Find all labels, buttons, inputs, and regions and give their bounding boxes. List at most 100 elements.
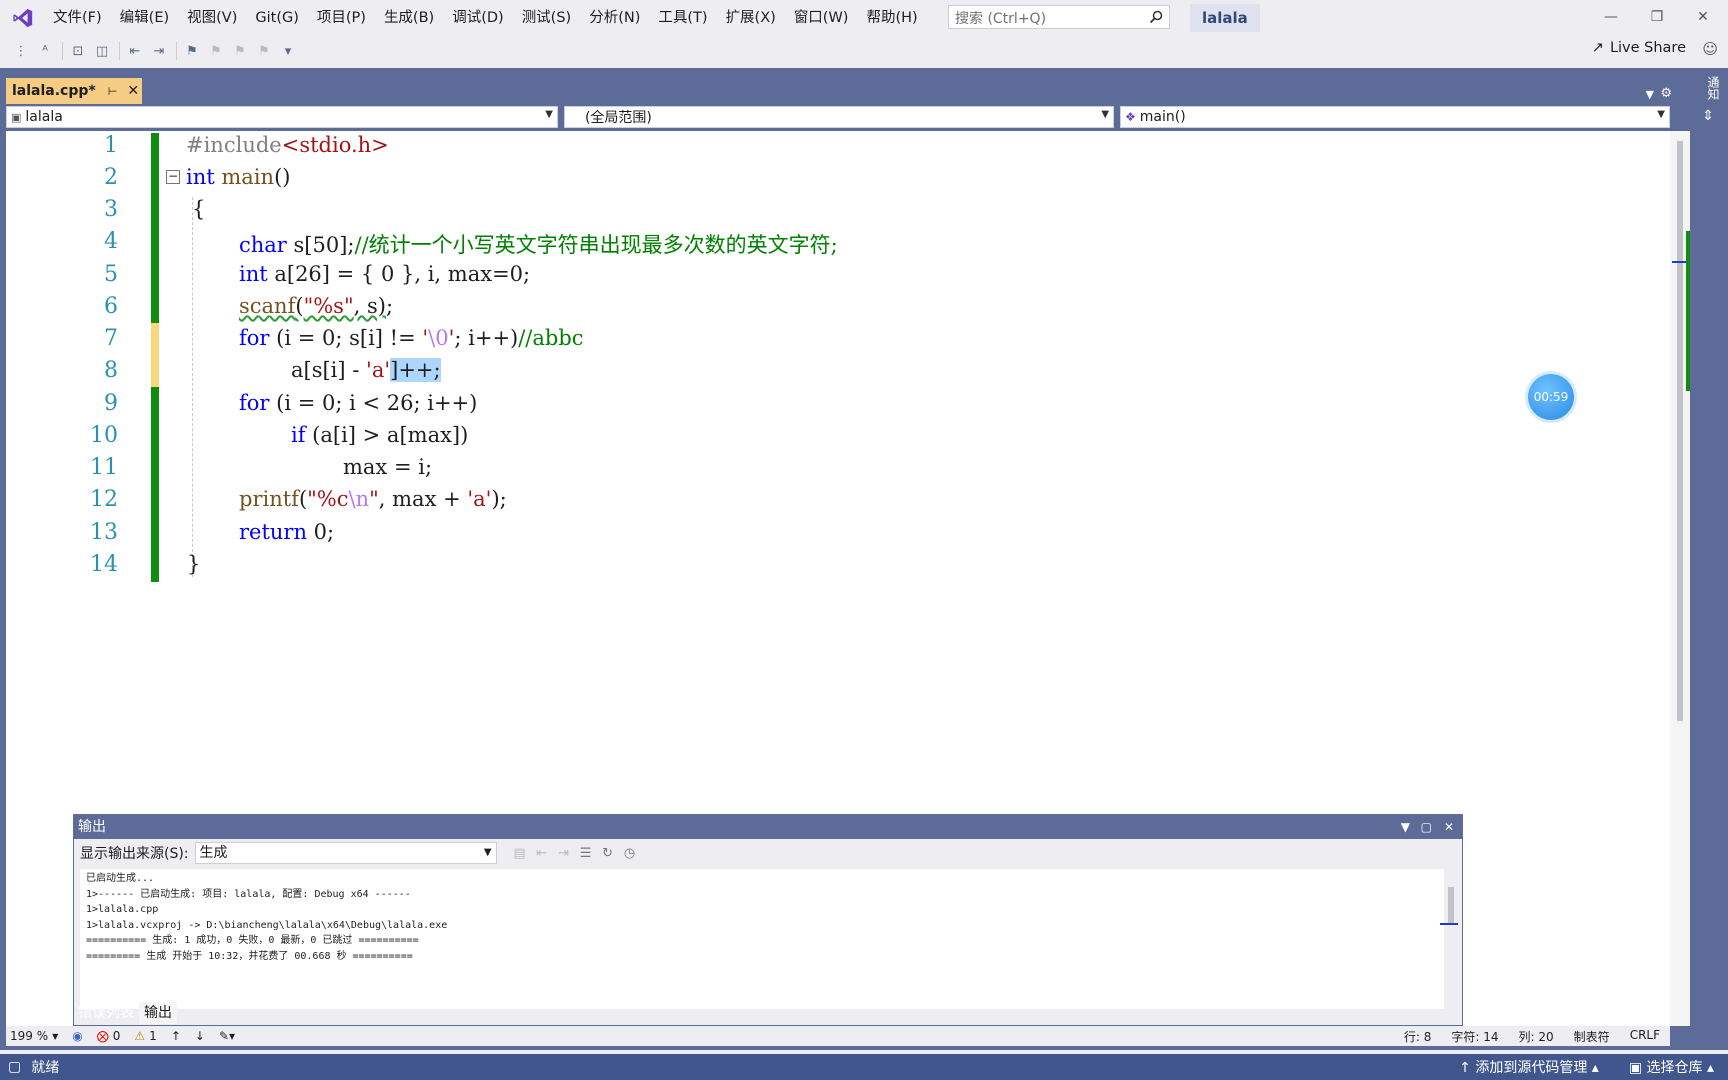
warning-icon: ⚠: [134, 1029, 146, 1043]
line-ending[interactable]: CRLF: [1630, 1028, 1660, 1045]
restore-icon[interactable]: ❐: [1634, 0, 1680, 34]
chevron-down-icon: ▼: [1657, 109, 1665, 120]
pin-icon[interactable]: ⊢: [108, 85, 118, 98]
spellcheck-icon[interactable]: ᴬ: [34, 40, 56, 62]
menu-help[interactable]: 帮助(H): [857, 0, 926, 36]
toolbar-separator: [62, 42, 63, 60]
project-dropdown[interactable]: ▣ lalala ▼: [6, 106, 558, 128]
next-issue-icon[interactable]: ↓: [195, 1029, 205, 1043]
cursor-position: 行: 8 字符: 14 列: 20 制表符 CRLF: [1404, 1028, 1660, 1045]
tab-lalala-cpp[interactable]: lalala.cpp* ⊢ ✕: [6, 78, 142, 104]
menu-tools[interactable]: 工具(T): [649, 0, 716, 36]
line-number: 7: [104, 326, 118, 351]
health-icon[interactable]: ◉: [72, 1029, 82, 1043]
code-line-4: char s[50];//统计一个小写英文字符串出现最多次数的英文字符;: [239, 233, 838, 257]
line-number: 14: [90, 552, 118, 577]
notifications-side-tab[interactable]: 通知: [1706, 76, 1722, 100]
format-icon[interactable]: ⊡: [67, 40, 89, 62]
zoom-dropdown[interactable]: 199 % ▼: [10, 1029, 58, 1043]
collapse-icon[interactable]: −: [166, 170, 180, 184]
menu-test[interactable]: 测试(S): [513, 0, 581, 36]
member-dropdown[interactable]: ❖ main() ▼: [1120, 106, 1670, 128]
toolbar-overflow-icon[interactable]: ▾: [277, 40, 299, 62]
live-share-label: Live Share: [1609, 40, 1686, 56]
add-to-source-control-button[interactable]: ↑ 添加到源代码管理 ▴: [1459, 1057, 1599, 1077]
menu-view[interactable]: 视图(V): [178, 0, 246, 36]
navigation-bar: ▣ lalala ▼ (全局范围) ▼ ❖ main() ▼: [6, 106, 1670, 130]
next-message-icon[interactable]: ⇥: [553, 846, 575, 861]
panel-menu-icon[interactable]: ▼: [1401, 815, 1410, 839]
status-bar: ▢ 就绪 ↑ 添加到源代码管理 ▴ ▣ 选择仓库 ▴: [0, 1054, 1728, 1080]
code-line-9: for (i = 0; i < 26; i++): [239, 391, 478, 415]
change-overview-marker: [1686, 231, 1690, 391]
menu-window[interactable]: 窗口(W): [785, 0, 858, 36]
clock-icon[interactable]: ◷: [619, 846, 641, 861]
search-input[interactable]: 搜索 (Ctrl+Q): [948, 5, 1170, 29]
prev-bookmark-icon[interactable]: ⚑: [205, 40, 227, 62]
line-number: 1: [104, 133, 118, 158]
zoom-value: 199 %: [10, 1029, 49, 1043]
live-share-button[interactable]: ↗ Live Share: [1592, 40, 1686, 56]
menu-extensions[interactable]: 扩展(X): [717, 0, 785, 36]
menu-debug[interactable]: 调试(D): [443, 0, 512, 36]
menu-git[interactable]: Git(G): [246, 0, 308, 36]
toolbar-separator: [119, 42, 120, 60]
code-line-11: max = i;: [343, 455, 433, 479]
minimize-icon[interactable]: —: [1588, 0, 1634, 34]
clear-bookmarks-icon[interactable]: ⚑: [253, 40, 275, 62]
menu-file[interactable]: 文件(F): [44, 0, 111, 36]
tab-error-list[interactable]: 错误列表: [73, 1002, 139, 1024]
code-line-2: int main(): [186, 165, 291, 189]
close-panel-icon[interactable]: ✕: [1444, 815, 1454, 839]
menu-build[interactable]: 生成(B): [375, 0, 443, 36]
line-number: 12: [90, 487, 118, 512]
output-source-dropdown[interactable]: 生成 ▼: [194, 842, 497, 864]
warnings-indicator[interactable]: ⚠ 1: [134, 1029, 156, 1043]
menu-edit[interactable]: 编辑(E): [111, 0, 178, 36]
saved-change-marker: [151, 387, 159, 582]
split-window-icon[interactable]: ⇕: [1702, 108, 1714, 124]
recording-timer[interactable]: 00:59: [1528, 374, 1574, 420]
title-bar: 文件(F) 编辑(E) 视图(V) Git(G) 项目(P) 生成(B) 调试(…: [0, 0, 1728, 36]
prev-issue-icon[interactable]: ↑: [171, 1029, 181, 1043]
close-tab-icon[interactable]: ✕: [127, 83, 139, 99]
editor-scrollbar[interactable]: [1670, 131, 1690, 1026]
copy-format-icon[interactable]: ◫: [91, 40, 113, 62]
code-line-7: for (i = 0; s[i] != '\0'; i++)//abbc: [239, 326, 584, 350]
code-cleanup-icon[interactable]: ✎▾: [219, 1029, 235, 1043]
scrollbar-thumb[interactable]: [1677, 141, 1683, 721]
outdent-icon[interactable]: ⇤: [124, 40, 146, 62]
indent-icon[interactable]: ⇥: [148, 40, 170, 62]
output-scrollbar[interactable]: [1440, 873, 1458, 993]
tab-output[interactable]: 输出: [139, 1002, 177, 1024]
select-repository-button[interactable]: ▣ 选择仓库 ▴: [1629, 1057, 1714, 1077]
account-icon[interactable]: ☺: [1702, 40, 1718, 58]
errors-indicator[interactable]: ⨂ 0: [97, 1029, 121, 1043]
column-position: 列: 20: [1518, 1029, 1554, 1044]
prev-message-icon[interactable]: ⇤: [531, 846, 553, 861]
scope-dropdown[interactable]: (全局范围) ▼: [563, 106, 1115, 128]
code-line-14: }: [187, 552, 201, 576]
output-panel: 输出 ▼ ▢ ✕ 显示输出来源(S): 生成 ▼ ▤ ⇤ ⇥ ☰ ↻ ◷ 已启动…: [73, 814, 1463, 1026]
maximize-icon[interactable]: ▢: [1421, 815, 1432, 839]
output-line: ========== 生成: 1 成功，0 失败，0 最新，0 已跳过 ====…: [86, 935, 419, 946]
gear-icon[interactable]: ⚙: [1660, 86, 1672, 101]
output-line: 1>lalala.vcxproj -> D:\biancheng\lalala\…: [86, 919, 448, 931]
visual-studio-logo-icon: [13, 8, 33, 28]
clear-all-icon[interactable]: ☰: [575, 846, 597, 861]
line-number: 5: [104, 262, 118, 287]
indent-mode[interactable]: 制表符: [1574, 1028, 1610, 1045]
word-wrap-icon[interactable]: ↻: [597, 846, 619, 861]
next-bookmark-icon[interactable]: ⚑: [229, 40, 251, 62]
output-text[interactable]: 已启动生成... 1>------ 已启动生成: 项目: lalala, 配置: …: [80, 869, 1444, 1009]
tab-list-chevron-icon[interactable]: ▼: [1646, 88, 1654, 101]
scrollbar-thumb[interactable]: [1448, 887, 1454, 923]
notification-icon[interactable]: ▢: [8, 1059, 21, 1075]
find-message-icon[interactable]: ▤: [509, 846, 531, 861]
menu-analyze[interactable]: 分析(N): [580, 0, 649, 36]
share-icon: ↗: [1591, 40, 1604, 56]
bookmark-icon[interactable]: ⚑: [181, 40, 203, 62]
output-source-value: 生成: [199, 845, 228, 861]
menu-project[interactable]: 项目(P): [308, 0, 375, 36]
close-icon[interactable]: ✕: [1680, 0, 1726, 34]
